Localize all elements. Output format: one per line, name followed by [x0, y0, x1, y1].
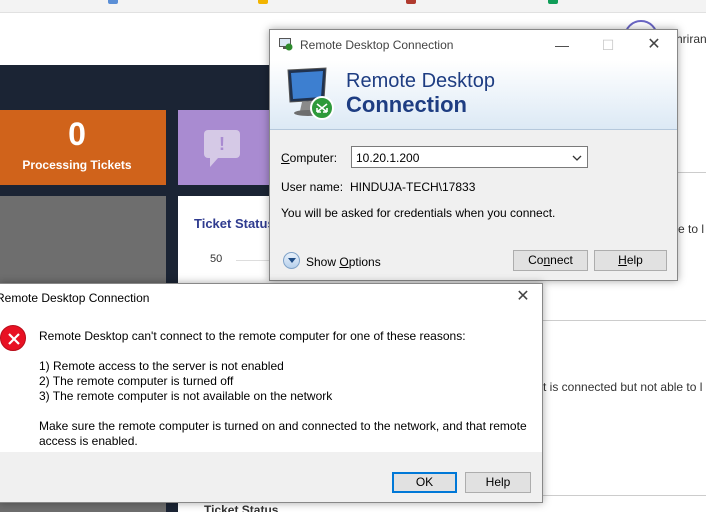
minimize-button[interactable]: —: [539, 30, 585, 60]
help-text: elp: [626, 253, 643, 267]
error-dialog: Remote Desktop Connection ✕ Remote Deskt…: [0, 283, 543, 503]
error-advice-line2: access is enabled.: [39, 434, 138, 448]
close-button[interactable]: ✕: [504, 283, 542, 311]
connect-button[interactable]: Connect: [513, 250, 588, 271]
connect-text: Co: [528, 253, 544, 267]
error-dialog-title: Remote Desktop Connection: [0, 291, 150, 305]
chevron-down-icon: [288, 258, 296, 263]
error-reason-2: 2) The remote computer is turned off: [39, 374, 234, 388]
computer-combobox[interactable]: 10.20.1.200: [351, 146, 588, 168]
error-dialog-footer: OK Help: [0, 452, 542, 502]
error-message: Remote Desktop can't connect to the remo…: [39, 329, 466, 343]
error-advice-line1: Make sure the remote computer is turned …: [39, 419, 527, 433]
error-dialog-titlebar[interactable]: Remote Desktop Connection ✕: [0, 284, 542, 312]
error-icon: [0, 325, 26, 351]
maximize-button: ☐: [601, 37, 615, 53]
browser-bookmarks-bar: [0, 0, 706, 13]
connect-text-end: nect: [550, 253, 573, 267]
banner-title-line2: Connection: [346, 92, 467, 117]
username-label: hriran: [676, 32, 706, 46]
computer-value: 10.20.1.200: [356, 151, 420, 165]
chevron-down-icon[interactable]: [571, 152, 583, 164]
monitor-icon: [287, 67, 334, 120]
ok-button[interactable]: OK: [392, 472, 457, 493]
computer-label: Computer:: [281, 151, 337, 165]
error-dialog-body: Remote Desktop can't connect to the remo…: [0, 312, 542, 452]
right-content: [678, 65, 706, 512]
processing-count: 0: [68, 116, 86, 152]
credentials-note: You will be asked for credentials when y…: [281, 206, 556, 220]
processing-tickets-tile[interactable]: 0 Processing Tickets: [0, 110, 166, 185]
username-value: HINDUJA-TECH\17833: [350, 180, 476, 194]
bookmark-icon[interactable]: [108, 0, 118, 4]
rdp-titlebar[interactable]: Remote Desktop Connection — ☐ ✕: [270, 30, 677, 60]
rdp-title-text: Remote Desktop Connection: [300, 38, 454, 52]
show-options-text: Show: [306, 255, 340, 269]
error-reason-1: 1) Remote access to the server is not en…: [39, 359, 284, 373]
show-options-text-end: ptions: [348, 255, 381, 269]
help-button[interactable]: Help: [594, 250, 667, 271]
bookmark-icon[interactable]: [548, 0, 558, 4]
bookmark-icon[interactable]: [258, 0, 268, 4]
ticket-status-title-2: Ticket Status: [204, 503, 279, 512]
rdp-banner: Remote Desktop Connection: [270, 60, 677, 130]
rdp-window: Remote Desktop Connection — ☐ ✕ Remote D…: [269, 29, 678, 281]
banner-title-line1: Remote Desktop: [346, 70, 495, 92]
chart-tick-label: 50: [210, 253, 223, 265]
background-text: e to l: [678, 222, 705, 236]
error-reason-3: 3) The remote computer is not available …: [39, 389, 333, 403]
chart-gridline: [236, 260, 270, 261]
computer-label-accesskey: C: [281, 151, 290, 165]
show-options-toggle[interactable]: [283, 252, 300, 269]
ticket-status-title: Ticket Status: [194, 216, 275, 231]
help-button[interactable]: Help: [465, 472, 531, 493]
close-button[interactable]: ✕: [631, 30, 677, 60]
divider: [542, 320, 706, 321]
bookmark-icon[interactable]: [406, 0, 416, 4]
username-label: User name:: [281, 180, 344, 194]
show-options-label[interactable]: Show Options: [306, 255, 381, 269]
divider: [542, 495, 706, 496]
help-accesskey: H: [618, 253, 627, 267]
background-text: t is connected but not able to l: [543, 380, 703, 394]
alert-bubble-icon: !: [204, 130, 240, 167]
rdp-app-icon: [279, 38, 293, 51]
processing-label: Processing Tickets: [22, 158, 132, 172]
computer-label-text: omputer:: [289, 151, 338, 165]
show-options-accesskey: O: [339, 255, 349, 269]
